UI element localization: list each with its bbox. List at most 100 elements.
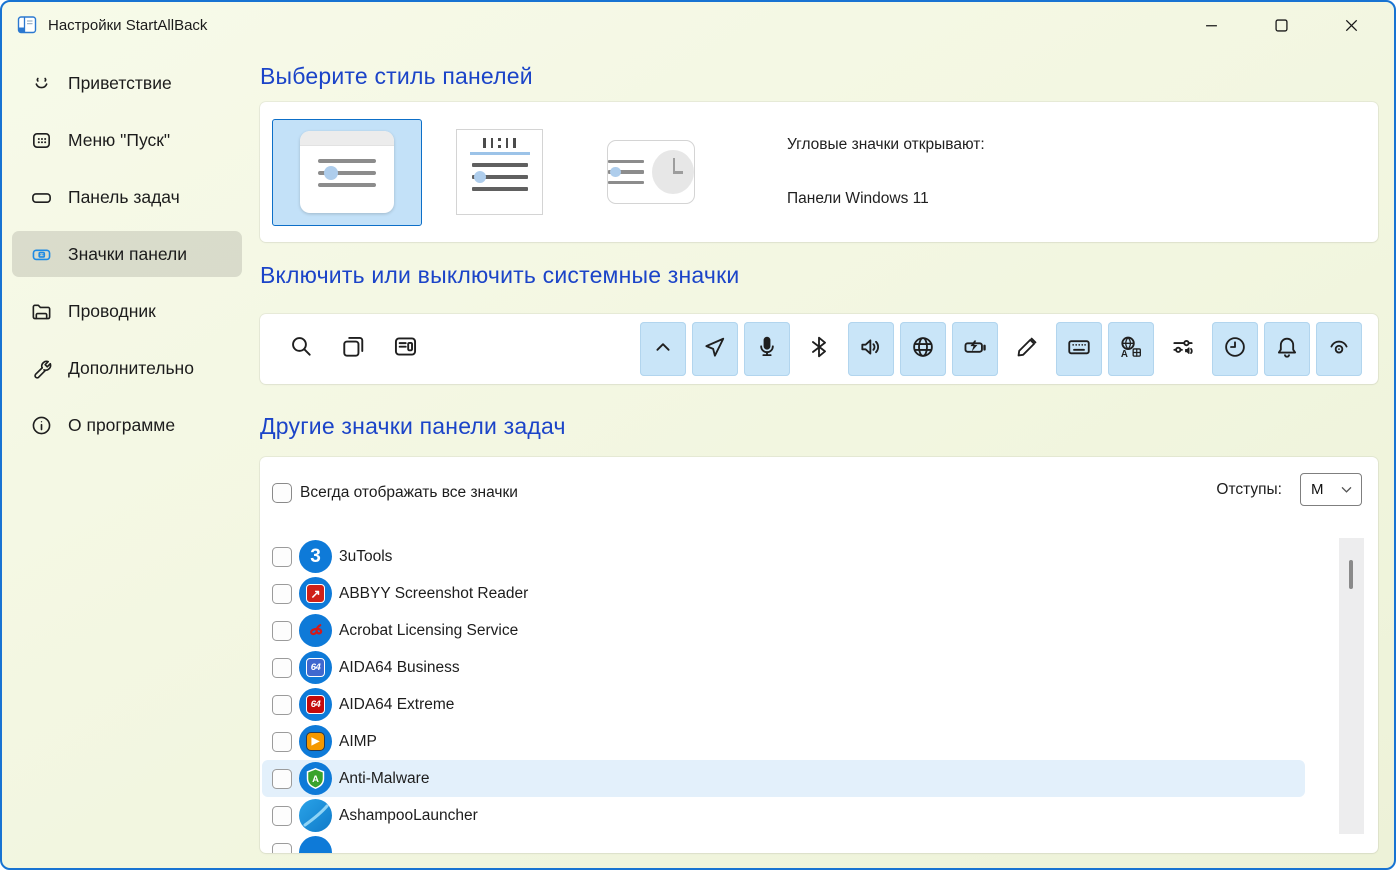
taskbar-button-widgets[interactable] [392, 336, 419, 363]
sidebar-item-about[interactable]: О программе [12, 402, 242, 448]
tray-toggle-volume-mixer[interactable] [1160, 322, 1206, 376]
clock-icon [1222, 334, 1248, 365]
app-list: 3 3uTools ↗ ABBYY Screenshot Reader Acrobat … [262, 538, 1305, 853]
style-thumbnail-clock-flyout-style[interactable] [607, 140, 695, 204]
aimp-app-icon: ▶ [299, 725, 332, 758]
app-checkbox[interactable] [272, 583, 292, 604]
close-button[interactable] [1316, 3, 1386, 47]
style-thumbnails [272, 118, 787, 226]
sidebar-item-label: Дополнительно [68, 357, 194, 378]
task-view-icon [340, 333, 367, 365]
tray-toggle-language[interactable]: A [1108, 322, 1154, 376]
scrollbar-track[interactable] [1339, 538, 1364, 834]
taskbar-button-task-view[interactable] [340, 336, 367, 363]
spacing-select[interactable]: M [1300, 473, 1362, 506]
antimalware-app-icon: A [299, 762, 332, 795]
app-checkbox[interactable] [272, 842, 292, 853]
app-row-abbyy-screenshot-reader[interactable]: ↗ ABBYY Screenshot Reader [262, 575, 1305, 612]
app-checkbox[interactable] [272, 805, 292, 826]
tray-toggle-volume[interactable] [848, 322, 894, 376]
main-content: Выберите стиль панелей Угловые значки от… [252, 48, 1394, 868]
3utools-app-icon: 3 [299, 540, 332, 573]
tray-toggles-group: A [640, 322, 1362, 376]
tray-toggle-touch-keyboard[interactable] [1056, 322, 1102, 376]
tray-toggle-bluetooth[interactable] [796, 322, 842, 376]
scrollbar-thumb[interactable] [1349, 560, 1353, 589]
sidebar-item-label: О программе [68, 414, 176, 435]
spacing-label: Отступы: [1216, 480, 1282, 498]
spacing-select-value: M [1311, 481, 1324, 498]
sidebar-item-taskbar[interactable]: Панель задач [12, 174, 242, 220]
window-body: Приветствие Меню "Пуск" Панель задач Значки… [2, 48, 1394, 868]
sidebar-item-advanced[interactable]: Дополнительно [12, 345, 242, 391]
tray-toggle-chevron-up[interactable] [640, 322, 686, 376]
sidebar-item-taskbar-icons[interactable]: Значки панели [12, 231, 242, 277]
chevron-down-icon [1341, 486, 1352, 493]
touch-keyboard-icon [1066, 334, 1092, 365]
volume-mixer-icon [1170, 334, 1196, 365]
sidebar-item-start-menu[interactable]: Меню "Пуск" [12, 117, 242, 163]
titlebar: Настройки StartAllBack [2, 2, 1394, 48]
sidebar-item-explorer[interactable]: Проводник [12, 288, 242, 334]
info-icon [29, 413, 53, 437]
network-globe-icon [910, 334, 936, 365]
tray-toggle-pen[interactable] [1004, 322, 1050, 376]
app-checkbox[interactable] [272, 731, 292, 752]
tray-toggle-eye[interactable] [1316, 322, 1362, 376]
battery-charging-icon [962, 334, 988, 365]
system-icons-heading: Включить или выключить системные значки [260, 262, 740, 288]
app-row-aida64-extreme[interactable]: 64 AIDA64 Extreme [262, 686, 1305, 723]
svg-text:A: A [312, 774, 319, 785]
tray-toggle-location[interactable] [692, 322, 738, 376]
app-row-anti-malware[interactable]: A Anti-Malware [262, 760, 1305, 797]
panel-icons-icon [29, 242, 53, 266]
unknown-app-icon [299, 836, 332, 853]
tray-toggle-microphone[interactable] [744, 322, 790, 376]
start-menu-icon [29, 128, 53, 152]
taskbar-button-search[interactable] [288, 336, 315, 363]
startallback-logo-icon [16, 14, 38, 36]
always-show-checkbox[interactable] [272, 483, 292, 503]
app-checkbox[interactable] [272, 620, 292, 641]
window-controls [1176, 3, 1394, 47]
taskbar-buttons-group [288, 336, 419, 363]
sidebar-item-welcome[interactable]: Приветствие [12, 60, 242, 106]
tray-toggle-clock[interactable] [1212, 322, 1258, 376]
panel-style-card: Угловые значки открывают: Панели Windows… [260, 102, 1378, 242]
always-show-row: Всегда отображать все значки [272, 483, 518, 503]
app-label: AIDA64 Business [339, 658, 460, 676]
aida-business-app-icon: 64 [299, 651, 332, 684]
folder-icon [29, 299, 53, 323]
app-row-aida64-business[interactable]: 64 AIDA64 Business [262, 649, 1305, 686]
tray-toggle-battery[interactable] [952, 322, 998, 376]
corner-icons-label: Угловые значки открывают: [787, 136, 985, 153]
microphone-icon [754, 334, 780, 365]
app-row-partial[interactable] [262, 834, 1305, 853]
app-label: Acrobat Licensing Service [339, 621, 519, 639]
svg-text:A: A [1121, 348, 1128, 359]
sidebar-item-label: Проводник [68, 300, 156, 321]
style-thumbnail-taskbar-top-style[interactable] [456, 129, 543, 215]
language-icon: A [1118, 334, 1144, 365]
bluetooth-icon [806, 334, 832, 365]
tray-toggle-notifications[interactable] [1264, 322, 1310, 376]
app-checkbox[interactable] [272, 768, 292, 789]
tray-toggle-network[interactable] [900, 322, 946, 376]
app-checkbox[interactable] [272, 657, 292, 678]
corner-icons-info: Угловые значки открывают: Панели Windows… [787, 136, 985, 208]
style-thumbnail-windows-11-panel-style[interactable] [272, 118, 422, 226]
minimize-button[interactable] [1176, 3, 1246, 47]
aida-extreme-app-icon: 64 [299, 688, 332, 721]
style-section-heading: Выберите стиль панелей [260, 63, 533, 89]
app-label: ABBYY Screenshot Reader [339, 584, 529, 602]
app-row-aimp[interactable]: ▶ AIMP [262, 723, 1305, 760]
maximize-button[interactable] [1246, 3, 1316, 47]
app-row-ashampoolauncher[interactable]: AshampooLauncher [262, 797, 1305, 834]
app-checkbox[interactable] [272, 546, 292, 567]
app-row-acrobat-licensing-service[interactable]: Acrobat Licensing Service [262, 612, 1305, 649]
app-checkbox[interactable] [272, 694, 292, 715]
bell-icon [1274, 334, 1300, 365]
clock-preview-icon [652, 150, 694, 194]
app-row-3utools[interactable]: 3 3uTools [262, 538, 1305, 575]
app-label: AshampooLauncher [339, 806, 478, 824]
